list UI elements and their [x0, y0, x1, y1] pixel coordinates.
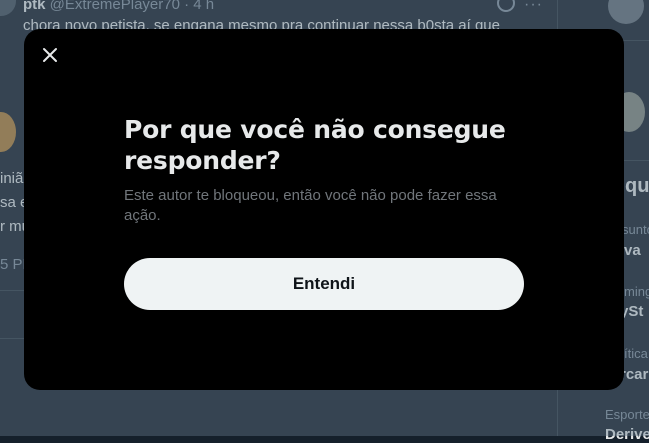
dialog-title: Por que você não consegue responder?	[124, 115, 506, 175]
dialog-description: Este autor te bloqueou, então você não p…	[124, 187, 497, 224]
blocked-reply-dialog: Por que você não consegue responder? Est…	[24, 29, 624, 390]
close-icon	[43, 48, 57, 62]
close-button[interactable]	[32, 37, 68, 73]
got-it-button[interactable]: Entendi	[124, 258, 524, 310]
